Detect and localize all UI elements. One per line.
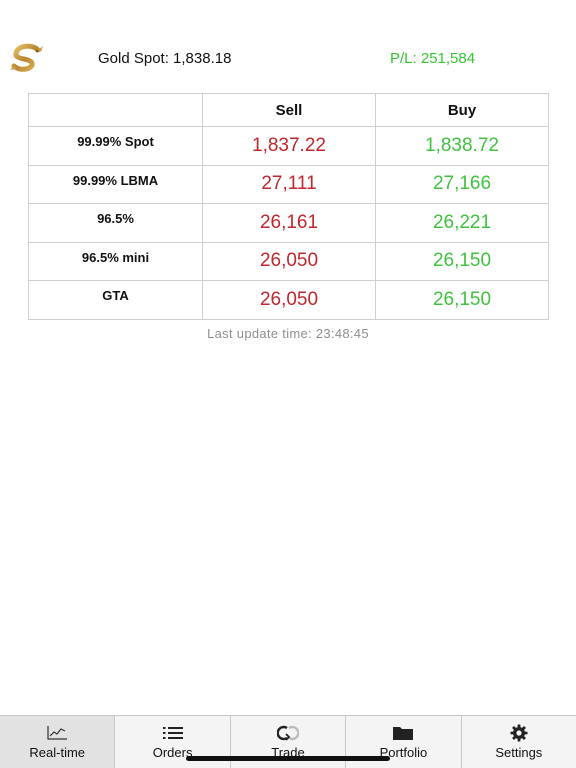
gold-spot-price: Gold Spot: 1,838.18	[98, 50, 232, 67]
tab-label: Settings	[495, 745, 543, 760]
header-product	[28, 93, 203, 127]
table-row[interactable]: 96.5% mini 26,050 26,150	[28, 241, 549, 281]
dragon-logo-icon	[10, 43, 43, 72]
buy-price[interactable]: 1,838.72	[375, 126, 549, 166]
exchange-icon	[277, 724, 300, 742]
tab-real-time[interactable]: Real-time	[0, 716, 116, 768]
sell-price[interactable]: 26,050	[202, 241, 376, 281]
folder-icon	[392, 724, 414, 742]
table-row[interactable]: 96.5% 26,161 26,221	[28, 203, 549, 243]
buy-price[interactable]: 26,221	[375, 203, 549, 243]
profit-loss: P/L: 251,584	[390, 50, 476, 67]
home-indicator[interactable]	[186, 756, 390, 761]
table-row[interactable]: GTA 26,050 26,150	[28, 280, 549, 320]
header-buy: Buy	[375, 93, 549, 127]
sell-price[interactable]: 1,837.22	[202, 126, 376, 166]
tab-label: Real-time	[29, 745, 86, 760]
sell-price[interactable]: 26,050	[202, 280, 376, 320]
product-label: 96.5%	[28, 203, 203, 243]
sell-price[interactable]: 27,111	[202, 164, 376, 204]
buy-price[interactable]: 26,150	[375, 241, 549, 281]
header: Gold Spot: 1,838.18 P/L: 251,584	[0, 40, 576, 78]
list-icon	[162, 724, 184, 742]
table-row[interactable]: 99.99% LBMA 27,111 27,166	[28, 164, 549, 204]
buy-price[interactable]: 27,166	[375, 164, 549, 204]
buy-price[interactable]: 26,150	[375, 280, 549, 320]
chart-line-icon	[46, 724, 68, 742]
price-table: Sell Buy 99.99% Spot 1,837.22 1,838.72 9…	[28, 93, 549, 320]
product-label: 96.5% mini	[28, 241, 203, 281]
last-update-time: Last update time: 23:48:45	[207, 326, 369, 341]
tab-settings[interactable]: Settings	[462, 716, 576, 768]
price-table-header: Sell Buy	[28, 93, 549, 127]
sell-price[interactable]: 26,161	[202, 203, 376, 243]
header-sell: Sell	[202, 93, 376, 127]
gear-icon	[508, 724, 530, 742]
table-row[interactable]: 99.99% Spot 1,837.22 1,838.72	[28, 126, 549, 166]
product-label: 99.99% LBMA	[28, 164, 203, 204]
product-label: 99.99% Spot	[28, 126, 203, 166]
product-label: GTA	[28, 280, 203, 320]
